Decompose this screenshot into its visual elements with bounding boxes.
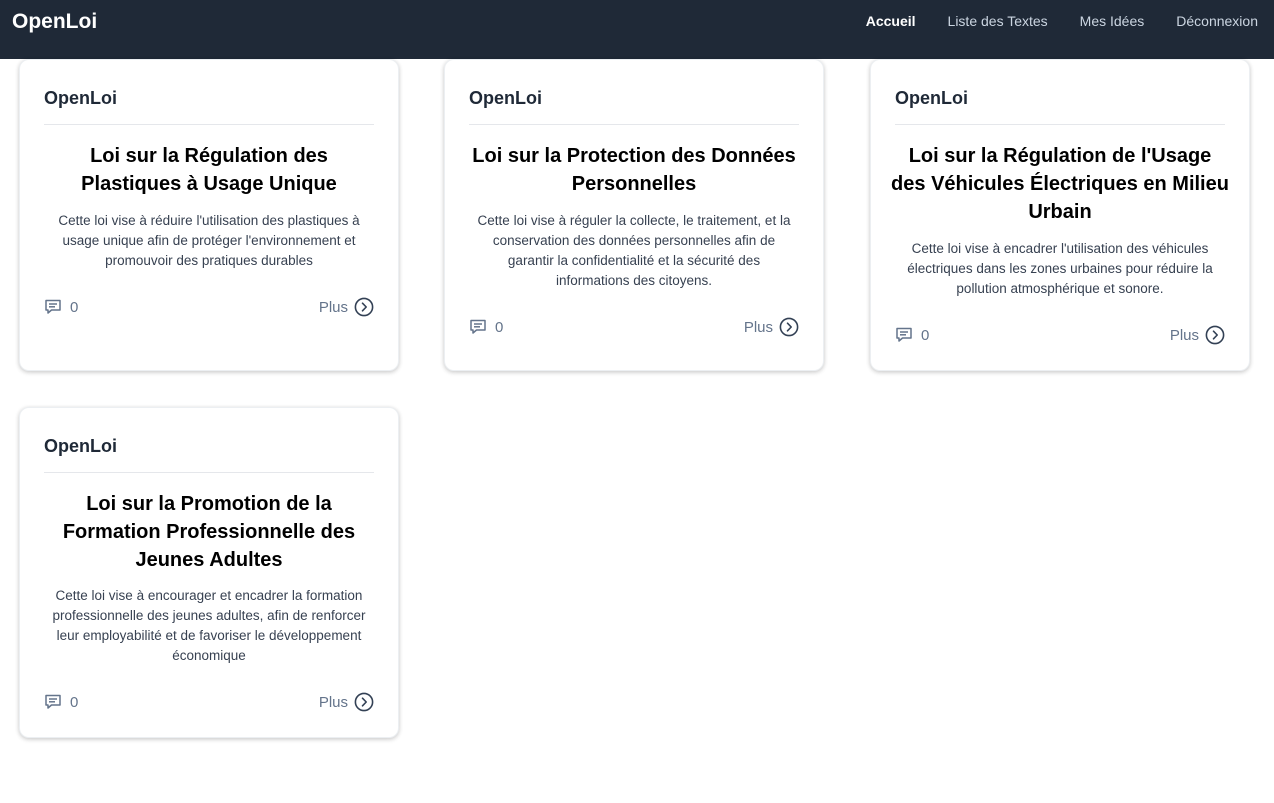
comment-count: 0	[495, 318, 504, 336]
law-card: OpenLoi Loi sur la Régulation de l'Usage…	[870, 59, 1250, 371]
comment-count: 0	[70, 693, 79, 711]
card-divider	[895, 124, 1225, 125]
nav-links: Accueil Liste des Textes Mes Idées Décon…	[866, 13, 1258, 29]
more-button[interactable]: Plus	[1170, 325, 1225, 345]
more-label: Plus	[318, 693, 348, 711]
nav-link-accueil[interactable]: Accueil	[866, 13, 916, 29]
card-title: Loi sur la Régulation de l'Usage des Véh…	[891, 145, 1229, 223]
card-description: Cette loi vise à encourager et encadrer …	[52, 588, 366, 663]
card-description: Cette loi vise à réduire l'utilisation d…	[58, 213, 360, 268]
law-card: OpenLoi Loi sur la Promotion de la Forma…	[19, 407, 399, 738]
more-button[interactable]: Plus	[319, 692, 374, 712]
card-title: Loi sur la Protection des Données Person…	[472, 145, 796, 195]
chevron-right-circle-icon	[779, 317, 799, 337]
app-brand[interactable]: OpenLoi	[12, 10, 97, 34]
card-brand: OpenLoi	[895, 88, 968, 108]
comment-count: 0	[921, 326, 930, 344]
nav-link-liste-des-textes[interactable]: Liste des Textes	[948, 13, 1048, 29]
card-footer: 0 Plus	[44, 296, 374, 318]
comment-count: 0	[70, 298, 79, 316]
comment-icon	[44, 693, 62, 711]
card-footer: 0 Plus	[469, 316, 799, 338]
comments-indicator[interactable]: 0	[44, 693, 78, 711]
card-description: Cette loi vise à réguler la collecte, le…	[477, 213, 791, 288]
chevron-right-circle-icon	[1205, 325, 1225, 345]
law-card: OpenLoi Loi sur la Protection des Donnée…	[444, 59, 824, 371]
nav-link-deconnexion[interactable]: Déconnexion	[1176, 13, 1258, 29]
card-footer: 0 Plus	[44, 691, 374, 713]
top-navbar: OpenLoi Accueil Liste des Textes Mes Idé…	[0, 0, 1274, 59]
more-label: Plus	[743, 318, 773, 336]
comments-indicator[interactable]: 0	[469, 318, 503, 336]
more-label: Plus	[1169, 326, 1199, 344]
card-brand: OpenLoi	[469, 88, 542, 108]
law-card: OpenLoi Loi sur la Régulation des Plasti…	[19, 59, 399, 371]
more-label: Plus	[318, 298, 348, 316]
card-brand: OpenLoi	[44, 88, 117, 108]
more-button[interactable]: Plus	[319, 297, 374, 317]
more-button[interactable]: Plus	[744, 317, 799, 337]
card-title: Loi sur la Promotion de la Formation Pro…	[62, 493, 356, 571]
comments-indicator[interactable]: 0	[44, 298, 78, 316]
card-divider	[44, 472, 374, 473]
comment-icon	[895, 326, 913, 344]
nav-link-mes-idees[interactable]: Mes Idées	[1080, 13, 1145, 29]
comments-indicator[interactable]: 0	[895, 326, 929, 344]
chevron-right-circle-icon	[354, 297, 374, 317]
comment-icon	[44, 298, 62, 316]
card-description: Cette loi vise à encadrer l'utilisation …	[907, 241, 1213, 296]
comment-icon	[469, 318, 487, 336]
chevron-right-circle-icon	[354, 692, 374, 712]
card-divider	[469, 124, 799, 125]
card-brand: OpenLoi	[44, 436, 117, 456]
card-title: Loi sur la Régulation des Plastiques à U…	[81, 145, 337, 195]
card-footer: 0 Plus	[895, 324, 1225, 346]
card-divider	[44, 124, 374, 125]
